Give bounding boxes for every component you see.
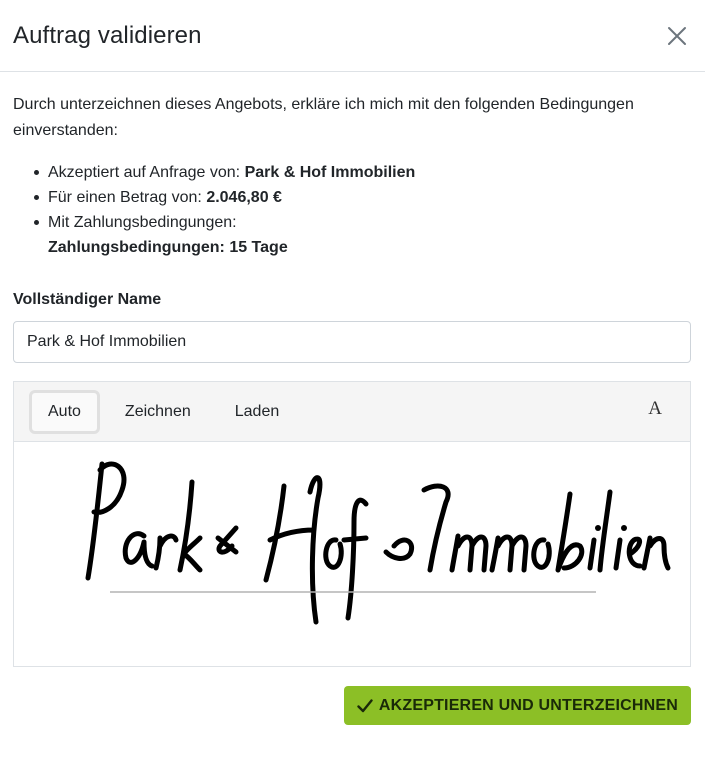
tab-draw[interactable]: Zeichnen <box>106 390 210 434</box>
dialog-body: Durch unterzeichnen dieses Angebots, erk… <box>0 72 705 667</box>
signature-canvas[interactable] <box>14 442 690 666</box>
term-accepted-by: Akzeptiert auf Anfrage von: Park & Hof I… <box>13 160 691 185</box>
term-label: Für einen Betrag von: <box>48 189 207 206</box>
validate-order-dialog: Auftrag validieren Durch unterzeichnen d… <box>0 0 705 759</box>
term-value: Park & Hof Immobilien <box>244 164 416 181</box>
close-icon <box>668 26 686 45</box>
tab-auto[interactable]: Auto <box>29 389 100 434</box>
term-label: Mit Zahlungsbedingungen: <box>48 214 237 231</box>
terms-list: Akzeptiert auf Anfrage von: Park & Hof I… <box>13 160 691 260</box>
font-select-button[interactable]: A <box>648 398 662 420</box>
term-amount: Für einen Betrag von: 2.046,80 € <box>13 185 691 210</box>
dialog-footer: AKZEPTIEREN UND UNTERZEICHNEN <box>0 667 705 725</box>
term-payment: Mit Zahlungsbedingungen: Zahlungsbedingun… <box>13 210 691 260</box>
check-icon <box>357 698 373 712</box>
accept-and-sign-button[interactable]: AKZEPTIEREN UND UNTERZEICHNEN <box>343 686 691 725</box>
close-button[interactable] <box>663 22 691 50</box>
dialog-header: Auftrag validieren <box>0 0 705 72</box>
term-value: 2.046,80 € <box>206 189 282 206</box>
agreement-intro: Durch unterzeichnen dieses Angebots, erk… <box>13 96 634 139</box>
dialog-title: Auftrag validieren <box>13 21 202 49</box>
full-name-input[interactable] <box>13 321 691 363</box>
signature-toolbar: Auto Zeichnen Laden A <box>14 382 690 442</box>
full-name-label: Vollständiger Name <box>13 291 162 308</box>
term-label: Akzeptiert auf Anfrage von: <box>48 164 245 181</box>
signature-drawing <box>85 461 671 625</box>
accept-button-label: AKZEPTIEREN UND UNTERZEICHNEN <box>378 696 678 714</box>
term-value: Zahlungsbedingungen: 15 Tage <box>48 239 288 256</box>
tab-load[interactable]: Laden <box>216 390 299 434</box>
signature-pad: Auto Zeichnen Laden A <box>13 381 691 667</box>
